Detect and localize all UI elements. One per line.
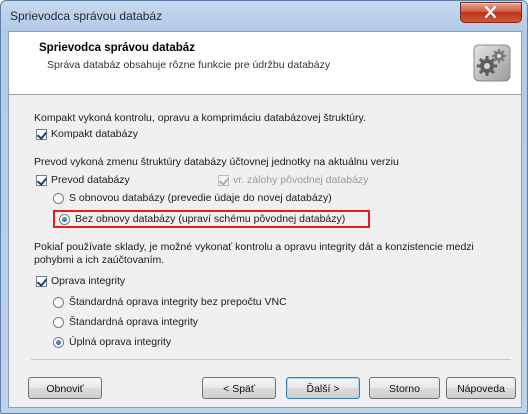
close-icon	[484, 6, 497, 18]
conversion-checkbox-label[interactable]: Prevod databázy	[51, 174, 130, 186]
title-bar[interactable]: Sprievodca správou databáz	[1, 1, 527, 31]
no-restore-radio[interactable]	[59, 214, 70, 225]
standard-radio-label[interactable]: Štandardná oprava integrity	[69, 316, 198, 328]
next-button[interactable]: Ďalší >	[286, 377, 360, 399]
back-button[interactable]: < Späť	[202, 377, 276, 399]
backup-checkbox-label[interactable]: vr. zálohy pôvodnej databázy	[233, 174, 368, 186]
cancel-button[interactable]: Storno	[369, 377, 440, 399]
button-separator	[31, 359, 511, 360]
restore-radio[interactable]	[53, 193, 64, 204]
window-title: Sprievodca správou databáz	[10, 9, 163, 23]
full-integrity-radio[interactable]	[53, 337, 64, 348]
no-restore-radio-label[interactable]: Bez obnovy databázy (upraví schému pôvod…	[75, 213, 345, 225]
full-integrity-radio-label[interactable]: Úplná oprava integrity	[69, 336, 171, 348]
compact-checkbox-label[interactable]: Kompakt databázy	[51, 128, 138, 140]
standard-no-vnc-radio[interactable]	[53, 297, 64, 308]
close-button[interactable]	[460, 2, 522, 23]
wizard-header: Sprievodca správou databáz Správa databá…	[9, 32, 521, 95]
backup-checkbox[interactable]	[218, 175, 229, 186]
conversion-checkbox[interactable]	[36, 175, 47, 186]
header-title: Sprievodca správou databáz	[39, 42, 195, 54]
wizard-client-area: Sprievodca správou databáz Správa databá…	[8, 31, 522, 408]
header-subtitle: Správa databáz obsahuje rôzne funkcie pr…	[47, 59, 331, 71]
integrity-checkbox[interactable]	[36, 276, 47, 287]
wizard-window: Sprievodca správou databáz Sprievodca sp…	[0, 0, 528, 414]
gear-cog-icon	[473, 44, 511, 82]
integrity-checkbox-label[interactable]: Oprava integrity	[51, 275, 125, 287]
help-button[interactable]: Nápoveda	[446, 377, 516, 399]
compact-description: Kompakt vykoná kontrolu, opravu a kompri…	[34, 112, 366, 124]
refresh-button[interactable]: Obnoviť	[28, 377, 102, 399]
standard-no-vnc-radio-label[interactable]: Štandardná oprava integrity bez prepočtu…	[69, 296, 287, 308]
conversion-description: Prevod vykoná zmenu štruktúry databázy ú…	[34, 156, 399, 168]
compact-checkbox[interactable]	[36, 129, 47, 140]
standard-radio[interactable]	[53, 317, 64, 328]
integrity-description: Pokiaľ používate sklady, je možné vykona…	[34, 241, 474, 266]
restore-radio-label[interactable]: S obnovou databázy (prevedie údaje do no…	[69, 192, 332, 204]
